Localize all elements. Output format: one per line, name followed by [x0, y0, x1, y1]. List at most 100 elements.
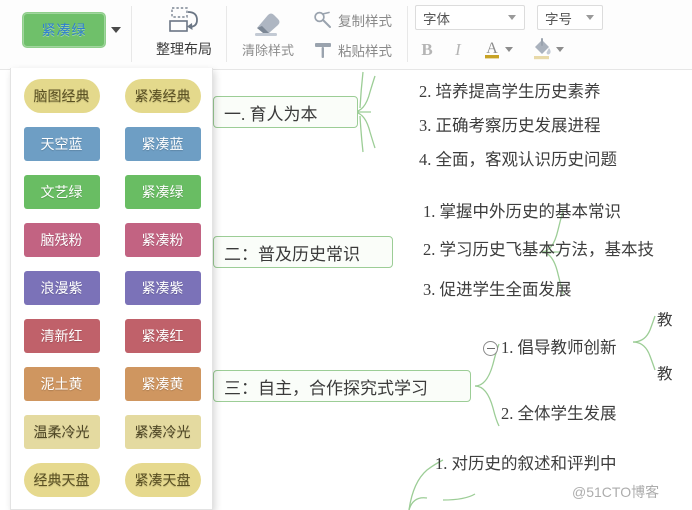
mindmap-leaf[interactable]: 3. 促进学生全面发展	[423, 276, 572, 300]
svg-text:A: A	[486, 40, 498, 57]
copy-style-brush-icon	[314, 11, 331, 28]
style-swatch-3[interactable]: 紧凑蓝	[124, 127, 201, 161]
style-swatch-14[interactable]: 温柔冷光	[23, 415, 100, 449]
style-swatch-0[interactable]: 脑图经典	[23, 79, 100, 113]
style-swatch-label: 天空蓝	[40, 136, 83, 152]
style-swatch-cell: 紧凑经典	[112, 79, 212, 113]
style-swatch-10[interactable]: 清新红	[23, 319, 100, 353]
style-swatch-17[interactable]: 紧凑天盘	[124, 463, 201, 497]
top-toolbar: 紧凑绿 整理布局 清除样式 复制样式 粘贴样式 字体 字号 B I A	[0, 0, 692, 70]
font-color-icon: A	[484, 40, 499, 59]
mindmap-leaf[interactable]: 4. 全面，客观认识历史问题	[419, 146, 617, 170]
mindmap-leaf[interactable]: 2. 培养提高学生历史素养	[419, 78, 601, 102]
style-swatch-13[interactable]: 紧凑黄	[124, 367, 201, 401]
style-swatch-label: 紧凑绿	[141, 184, 184, 200]
style-swatch-label: 紧凑紫	[141, 280, 184, 296]
mindmap-node-topic-1[interactable]: 一. 育人为本	[213, 96, 358, 128]
style-swatch-cell: 清新红	[11, 319, 112, 353]
copy-style-label: 复制样式	[338, 14, 392, 29]
style-swatch-cell: 紧凑天盘	[112, 463, 212, 497]
style-swatch-cell: 天空蓝	[11, 127, 112, 161]
style-swatch-16[interactable]: 经典天盘	[23, 463, 100, 497]
copy-style-button[interactable]: 复制样式	[313, 7, 392, 33]
highlight-button[interactable]	[528, 35, 566, 63]
style-swatch-label: 脑图经典	[33, 88, 90, 104]
style-swatch-11[interactable]: 紧凑红	[124, 319, 201, 353]
eraser-icon	[255, 13, 280, 36]
style-swatch-label: 脑残粉	[40, 232, 83, 248]
clear-style-label: 清除样式	[241, 43, 294, 58]
chevron-down-icon[interactable]	[108, 22, 124, 38]
mindmap-leaf[interactable]: 1. 倡导教师创新	[501, 334, 617, 358]
paste-style-icon	[315, 43, 331, 58]
clear-style-button[interactable]: 清除样式	[231, 4, 305, 64]
style-swatch-8[interactable]: 浪漫紫	[23, 271, 100, 305]
current-style-button[interactable]: 紧凑绿	[22, 12, 106, 48]
style-swatch-cell: 紧凑绿	[112, 175, 212, 209]
style-swatch-4[interactable]: 文艺绿	[23, 175, 100, 209]
mindmap-node-topic-2[interactable]: 二：普及历史常识	[213, 236, 393, 268]
font-family-select[interactable]: 字体	[415, 5, 525, 30]
font-size-value: 字号	[545, 11, 572, 27]
mindmap-leaf[interactable]: 2. 全体学生发展	[501, 400, 617, 424]
style-swatch-cell: 温柔冷光	[11, 415, 112, 449]
arrange-layout-button[interactable]: 整理布局	[146, 4, 222, 64]
style-dropdown-panel: 脑图经典 紧凑经典天空蓝 紧凑蓝文艺绿 紧凑绿脑残粉 紧凑粉浪漫紫 紧凑紫清新红 紧凑红泥土…	[10, 68, 213, 510]
style-swatch-1[interactable]: 紧凑经典	[124, 79, 201, 113]
style-swatch-cell: 紧凑红	[112, 319, 212, 353]
style-swatch-5[interactable]: 紧凑绿	[124, 175, 201, 209]
style-swatch-cell: 紧凑粉	[112, 223, 212, 257]
style-swatch-2[interactable]: 天空蓝	[23, 127, 100, 161]
mindmap-leaf[interactable]: 1. 对历史的叙述和评判中	[435, 450, 617, 474]
style-swatch-cell: 紧凑冷光	[112, 415, 212, 449]
style-swatch-label: 紧凑黄	[141, 376, 184, 392]
style-swatch-label: 清新红	[40, 328, 83, 344]
font-size-select[interactable]: 字号	[537, 5, 603, 30]
style-swatch-cell: 脑残粉	[11, 223, 112, 257]
style-swatch-label: 紧凑天盘	[134, 472, 191, 488]
italic-button[interactable]: I	[448, 37, 468, 63]
chevron-down-icon	[555, 46, 564, 52]
style-swatch-cell: 紧凑黄	[112, 367, 212, 401]
style-swatch-6[interactable]: 脑残粉	[23, 223, 100, 257]
mindmap-node-label: 二：普及历史常识	[224, 244, 360, 264]
style-swatch-cell: 泥土黄	[11, 367, 112, 401]
mindmap-leaf[interactable]: 3. 正确考察历史发展进程	[419, 112, 601, 136]
style-swatch-cell: 文艺绿	[11, 175, 112, 209]
style-swatch-grid: 脑图经典 紧凑经典天空蓝 紧凑蓝文艺绿 紧凑绿脑残粉 紧凑粉浪漫紫 紧凑紫清新红 紧凑红泥土…	[11, 68, 212, 509]
style-swatch-15[interactable]: 紧凑冷光	[124, 415, 201, 449]
style-swatch-cell: 经典天盘	[11, 463, 112, 497]
current-style-label: 紧凑绿	[41, 22, 87, 38]
style-swatch-12[interactable]: 泥土黄	[23, 367, 100, 401]
mindmap-node-topic-3[interactable]: 三：自主，合作探究式学习	[213, 370, 471, 402]
chevron-down-icon	[586, 15, 594, 20]
style-swatch-cell: 紧凑蓝	[112, 127, 212, 161]
mindmap-leaf[interactable]: 2. 学习历史飞基本方法，基本技	[423, 236, 654, 260]
font-family-value: 字体	[423, 11, 450, 27]
style-swatch-cell: 浪漫紫	[11, 271, 112, 305]
arrange-layout-icon	[169, 7, 198, 32]
style-swatch-9[interactable]: 紧凑紫	[124, 271, 201, 305]
bold-label: B	[421, 40, 433, 59]
style-swatch-7[interactable]: 紧凑粉	[124, 223, 201, 257]
italic-label: I	[455, 40, 461, 59]
style-swatch-label: 文艺绿	[40, 184, 83, 200]
arrange-layout-label: 整理布局	[156, 41, 212, 57]
style-swatch-label: 浪漫紫	[40, 280, 83, 296]
style-swatch-label: 紧凑粉	[141, 232, 184, 248]
mindmap-canvas[interactable]: 一. 育人为本 二：普及历史常识 三：自主，合作探究式学习 2. 培养提高学生历…	[213, 70, 692, 510]
mindmap-leaf[interactable]: 教	[657, 362, 673, 384]
style-swatch-cell: 紧凑紫	[112, 271, 212, 305]
mindmap-leaf[interactable]: 1. 掌握中外历史的基本常识	[423, 198, 621, 222]
bold-button[interactable]: B	[415, 37, 439, 63]
chevron-down-icon	[508, 15, 516, 20]
mindmap-leaf[interactable]: 教	[657, 308, 673, 330]
mindmap-node-label: 一. 育人为本	[224, 104, 318, 124]
style-swatch-label: 紧凑冷光	[134, 424, 191, 440]
style-swatch-label: 紧凑红	[141, 328, 184, 344]
toolbar-divider-2	[226, 6, 227, 62]
paste-style-button[interactable]: 粘贴样式	[313, 37, 392, 63]
font-color-button[interactable]: A	[478, 35, 516, 63]
toolbar-divider-3	[407, 6, 408, 62]
collapse-toggle-icon[interactable]	[483, 341, 498, 356]
